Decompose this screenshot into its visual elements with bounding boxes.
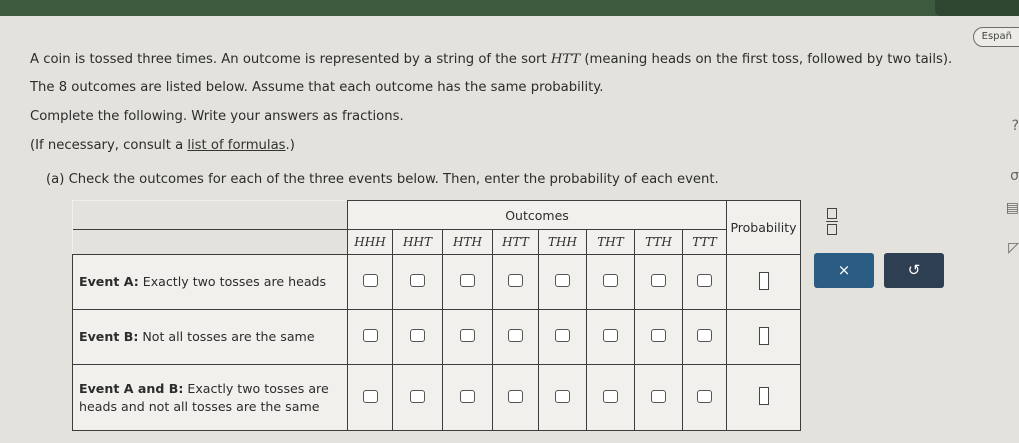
formulas-note: (If necessary, consult a list of formula…: [30, 138, 295, 153]
problem-intro: A coin is tossed three times. An outcome…: [30, 52, 952, 67]
outcome-checkbox[interactable]: [603, 389, 618, 403]
formulas-text-start: (If necessary, consult a: [30, 138, 188, 153]
formulas-text-end: .): [285, 138, 295, 153]
outcome-header: TTT: [682, 229, 727, 255]
outcome-checkbox[interactable]: [508, 389, 523, 403]
fraction-tool-button[interactable]: [822, 208, 842, 236]
outcome-checkbox[interactable]: [410, 274, 425, 287]
side-panel-icon[interactable]: ◸: [1008, 240, 1019, 256]
top-bar: [0, 0, 1019, 16]
outcome-header: HHT: [392, 229, 443, 255]
side-calculator-icon[interactable]: ▤: [1006, 200, 1019, 216]
event-description: Exactly two tosses are heads: [138, 274, 327, 289]
probability-input[interactable]: [758, 326, 769, 345]
outcome-checkbox[interactable]: [362, 274, 378, 287]
outcome-checkbox[interactable]: [603, 329, 618, 342]
event-description: Not all tosses are the same: [138, 329, 315, 344]
outcome-checkbox[interactable]: [508, 329, 523, 342]
outcome-header: HTT: [492, 229, 539, 255]
event-label: Event A and B: Exactly two tosses are he…: [72, 364, 348, 431]
outcome-header: HHH: [347, 229, 393, 255]
problem-outcomes-note: The 8 outcomes are listed below. Assume …: [30, 80, 604, 95]
outcome-checkbox[interactable]: [697, 329, 712, 342]
outcome-checkbox[interactable]: [697, 274, 712, 287]
outcome-checkbox[interactable]: [410, 389, 425, 403]
table-corner: [72, 200, 348, 230]
event-row-a-and-b: Event A and B: Exactly two tosses are he…: [72, 364, 801, 431]
outcome-checkbox[interactable]: [460, 329, 475, 342]
formulas-link[interactable]: list of formulas: [187, 138, 285, 153]
outcome-header: THH: [538, 229, 587, 255]
outcome-checkbox[interactable]: [603, 274, 618, 287]
intro-text-end: (meaning heads on the first toss, follow…: [580, 52, 953, 67]
probability-header: Probability: [726, 200, 801, 255]
fraction-bar-icon: [826, 221, 838, 223]
event-row-b: Event B: Not all tosses are the same: [72, 309, 801, 365]
denominator-box-icon: [827, 224, 837, 236]
outcome-header: TTH: [634, 229, 683, 255]
outcome-checkbox[interactable]: [410, 329, 425, 342]
outcome-header: HTH: [442, 229, 493, 255]
event-name: Event A and B:: [79, 380, 184, 396]
probability-input[interactable]: [758, 271, 769, 290]
event-name: Event A:: [79, 274, 139, 289]
outcomes-table: Outcomes Probability HHH HHT HTH HTT THH…: [72, 200, 801, 431]
undo-button[interactable]: ↺: [884, 253, 944, 288]
outcome-checkbox[interactable]: [555, 389, 570, 403]
part-a-instruction: (a) Check the outcomes for each of the t…: [46, 172, 719, 187]
event-name: Event B:: [79, 329, 139, 344]
outcome-header: THT: [586, 229, 635, 255]
event-label: Event A: Exactly two tosses are heads: [72, 254, 348, 310]
outcome-checkbox[interactable]: [362, 389, 378, 403]
table-corner: [72, 229, 348, 255]
help-icon[interactable]: ?: [1012, 118, 1019, 134]
outcome-checkbox[interactable]: [362, 329, 378, 342]
outcome-checkbox[interactable]: [651, 389, 666, 403]
problem-instruction: Complete the following. Write your answe…: [30, 109, 404, 124]
outcome-checkbox[interactable]: [508, 274, 523, 287]
language-toggle-button[interactable]: Españ: [972, 27, 1019, 47]
outcome-checkbox[interactable]: [555, 274, 570, 287]
outcome-example: HTT: [550, 52, 581, 67]
outcome-checkbox[interactable]: [460, 274, 475, 287]
outcomes-header: Outcomes: [347, 200, 727, 230]
clear-button[interactable]: ×: [814, 253, 874, 288]
numerator-box-icon: [827, 208, 837, 219]
probability-input[interactable]: [758, 387, 769, 405]
outcome-checkbox[interactable]: [555, 329, 570, 342]
event-row-a: Event A: Exactly two tosses are heads: [72, 254, 801, 310]
top-bar-corner: [935, 0, 1019, 16]
outcome-checkbox[interactable]: [651, 329, 666, 342]
outcome-checkbox[interactable]: [651, 274, 666, 287]
event-label: Event B: Not all tosses are the same: [72, 309, 348, 365]
outcome-checkbox[interactable]: [697, 389, 712, 403]
outcome-checkbox[interactable]: [460, 389, 475, 403]
intro-text-start: A coin is tossed three times. An outcome…: [30, 52, 551, 67]
side-tool-icon[interactable]: σ: [1010, 168, 1019, 184]
